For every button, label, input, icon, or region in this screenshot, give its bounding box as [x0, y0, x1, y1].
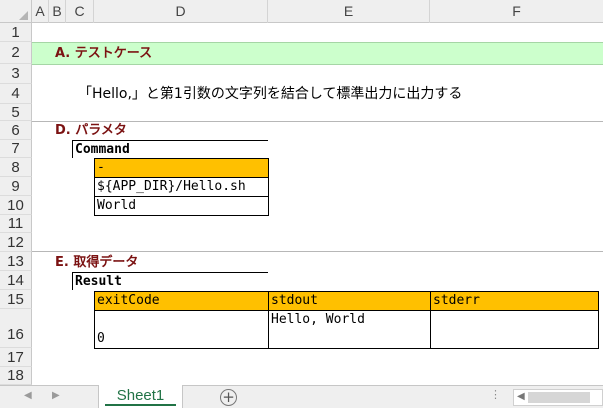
section-a-title[interactable]: A. テストケース [55, 44, 152, 63]
command-table-caption[interactable]: Command [72, 140, 268, 158]
next-sheet-icon[interactable]: ▶ [52, 390, 60, 401]
previous-sheet-icon[interactable]: ◀ [24, 390, 32, 401]
sheet-grid[interactable]: A. テストケース 「Hello,」と第1引数の文字列を結合して標準出力に出力す… [32, 23, 603, 385]
row-header-15[interactable]: 15 [0, 290, 32, 309]
result-header-stdout[interactable]: stdout [268, 291, 431, 311]
column-header-d[interactable]: D [94, 0, 268, 23]
column-header-f[interactable]: F [430, 0, 603, 23]
column-header-c[interactable]: C [66, 0, 94, 23]
sheet-tab-sheet1[interactable]: Sheet1 [98, 385, 183, 408]
scrollbar-thumb[interactable] [528, 392, 590, 403]
row-header-10[interactable]: 10 [0, 196, 32, 215]
result-value-stdout[interactable]: Hello, World [268, 310, 431, 349]
row-header-14[interactable]: 14 [0, 271, 32, 290]
row-header-12[interactable]: 12 [0, 233, 32, 252]
row-header-4[interactable]: 4 [0, 84, 32, 104]
row-header-6[interactable]: 6 [0, 121, 32, 140]
section-e-divider [32, 251, 603, 252]
result-value-exitcode[interactable]: 0 [94, 310, 269, 349]
result-header-exitcode[interactable]: exitCode [94, 291, 269, 311]
result-header-stderr[interactable]: stderr [430, 291, 599, 311]
row-header-1[interactable]: 1 [0, 23, 32, 42]
sheet-tab-bar: ◀ ▶ Sheet1 + ⋮ ◀ [0, 385, 603, 408]
row-header-8[interactable]: 8 [0, 158, 32, 177]
test-case-description[interactable]: 「Hello,」と第1引数の文字列を結合して標準出力に出力する [78, 84, 462, 104]
command-row-3[interactable]: World [94, 196, 269, 216]
column-header-e[interactable]: E [268, 0, 430, 23]
select-all-button[interactable] [0, 0, 32, 23]
command-row-2[interactable]: ${APP_DIR}/Hello.sh [94, 177, 269, 197]
column-header-b[interactable]: B [49, 0, 66, 23]
row-header-2[interactable]: 2 [0, 42, 32, 64]
tab-split-handle-icon[interactable]: ⋮ [490, 388, 501, 401]
row-header-7[interactable]: 7 [0, 140, 32, 158]
row-header-17[interactable]: 17 [0, 348, 32, 367]
column-header-a[interactable]: A [32, 0, 49, 23]
scroll-left-icon[interactable]: ◀ [517, 391, 525, 402]
section-e-title[interactable]: E. 取得データ [55, 253, 138, 272]
row-header-5[interactable]: 5 [0, 104, 32, 121]
section-d-title[interactable]: D. パラメタ [55, 121, 127, 140]
row-header-18[interactable]: 18 [0, 367, 32, 385]
row-header-13[interactable]: 13 [0, 252, 32, 271]
add-sheet-icon[interactable]: + [220, 389, 237, 406]
row-header-9[interactable]: 9 [0, 177, 32, 196]
horizontal-scrollbar[interactable]: ◀ [513, 389, 603, 406]
column-header-bar: A B C D E F [0, 0, 603, 23]
row-header-11[interactable]: 11 [0, 215, 32, 233]
result-value-stderr[interactable] [430, 310, 599, 349]
command-row-1[interactable]: - [94, 158, 269, 178]
row-header-16[interactable]: 16 [0, 309, 32, 348]
row-header-3[interactable]: 3 [0, 64, 32, 84]
result-table-caption[interactable]: Result [72, 272, 268, 290]
